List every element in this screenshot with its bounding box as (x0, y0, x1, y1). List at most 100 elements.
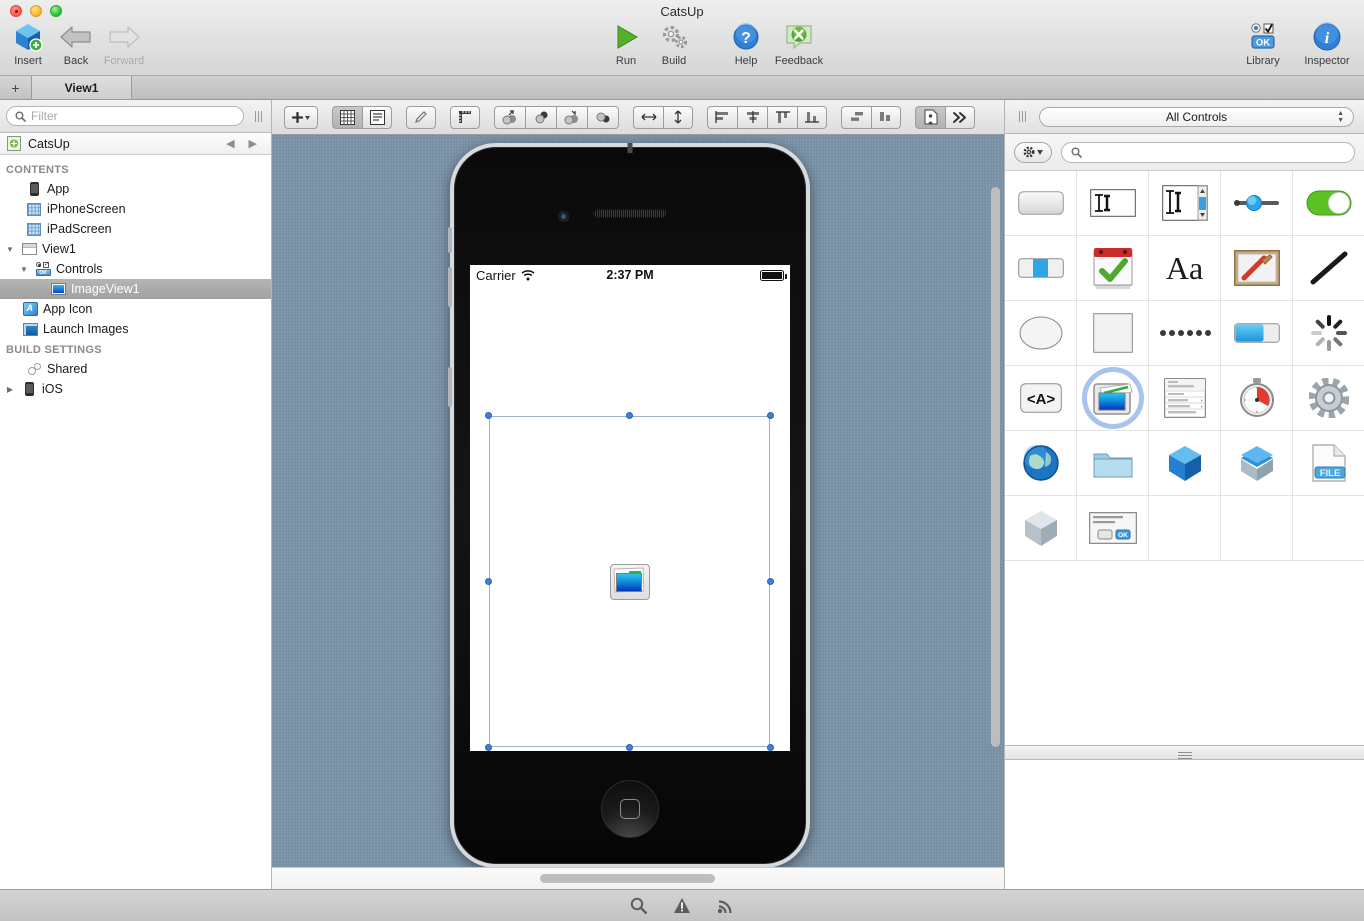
tree-item-app-icon[interactable]: App Icon (0, 299, 271, 319)
library-item-line[interactable] (1293, 236, 1364, 301)
resize-handle-n[interactable] (625, 412, 633, 419)
add-tab-button[interactable]: + (0, 76, 32, 99)
canvas-vertical-scrollbar[interactable] (991, 187, 1000, 747)
sidebar-grip-icon[interactable] (251, 110, 265, 122)
library-item-canvas[interactable] (1221, 236, 1293, 301)
tree-item-imageview1[interactable]: ImageView1 (0, 279, 271, 299)
tree-item-ipadscreen[interactable]: iPadScreen (0, 219, 271, 239)
warning-icon[interactable] (673, 897, 691, 914)
chevron-right-icon[interactable]: ▶ (4, 385, 16, 394)
resize-handle-w[interactable] (485, 577, 492, 585)
align-center-button[interactable] (737, 105, 767, 129)
resize-handle-nw[interactable] (485, 412, 492, 419)
equal-height-button[interactable] (663, 105, 693, 129)
broadcast-icon[interactable] (717, 897, 734, 914)
library-item-folderitem[interactable] (1077, 431, 1149, 496)
library-item-module[interactable] (1149, 431, 1221, 496)
build-button[interactable]: Build (650, 20, 698, 67)
tree-item-app[interactable]: App (0, 179, 271, 199)
tree-item-ios[interactable]: ▶ iOS (0, 379, 271, 399)
run-button[interactable]: Run (602, 20, 650, 67)
tree-item-view1[interactable]: ▼ View1 (0, 239, 271, 259)
tree-item-shared[interactable]: Shared (0, 359, 271, 379)
library-grip-icon[interactable] (1015, 111, 1029, 122)
grid-layout-button[interactable] (332, 105, 362, 129)
overflow-more-button[interactable] (945, 105, 975, 129)
equal-width-button[interactable] (633, 105, 663, 129)
ruler-button[interactable] (450, 105, 480, 129)
send-backward-button[interactable] (556, 105, 587, 129)
tree-item-controls[interactable]: ▼ ✓ OK Controls (0, 259, 271, 279)
library-search-input[interactable] (1061, 141, 1355, 163)
bring-forward-button[interactable] (525, 105, 556, 129)
inspector-button[interactable]: i Inspector (1294, 20, 1360, 67)
project-row[interactable]: CatsUp ◀ ▶ (0, 133, 271, 155)
forward-button[interactable]: Forward (100, 20, 148, 67)
library-item-textfield[interactable] (1077, 171, 1149, 236)
align-bottom-button[interactable] (797, 105, 827, 129)
search-icon[interactable] (630, 897, 647, 914)
library-item-activityindicator[interactable] (1293, 301, 1364, 366)
page-layout-button[interactable] (915, 105, 945, 129)
resize-handle-s[interactable] (625, 744, 633, 751)
library-item-switch[interactable] (1293, 171, 1364, 236)
bring-to-front-button[interactable] (494, 105, 525, 129)
library-item-datepicker[interactable] (1077, 236, 1149, 301)
library-item-textarea[interactable] (1149, 171, 1221, 236)
tree-item-iphonescreen[interactable]: iPhoneScreen (0, 199, 271, 219)
resize-handle-ne[interactable] (767, 412, 774, 419)
distribute-horizontal-button[interactable] (841, 105, 871, 129)
library-item-segmented[interactable] (1005, 236, 1077, 301)
library-item-slider[interactable] (1221, 171, 1293, 236)
library-item-imageview[interactable] (1077, 366, 1149, 431)
library-item-timer[interactable] (1221, 366, 1293, 431)
sidebar-back-icon[interactable]: ◀ (226, 137, 234, 150)
library-item-rectangle[interactable] (1077, 301, 1149, 366)
library-item-progressbar[interactable] (1221, 301, 1293, 366)
device-volume-up (448, 267, 452, 307)
insert-button[interactable]: Insert (4, 20, 52, 67)
library-item-settings[interactable] (1293, 366, 1364, 431)
distribute-vertical-button[interactable] (871, 105, 901, 129)
library-item-oval[interactable] (1005, 301, 1077, 366)
add-control-button[interactable] (284, 105, 318, 129)
selection-rect[interactable] (485, 412, 774, 751)
canvas-horizontal-scrollbar[interactable] (540, 874, 715, 883)
library-filter-select[interactable]: All Controls ▲ ▼ (1039, 106, 1354, 127)
list-layout-button[interactable] (362, 105, 392, 129)
resize-handle-sw[interactable] (485, 744, 492, 751)
resize-handle-se[interactable] (767, 744, 774, 751)
resize-handle-e[interactable] (767, 577, 774, 585)
library-splitter[interactable] (1005, 745, 1364, 760)
tab-view1[interactable]: View1 (32, 76, 132, 99)
library-item-label[interactable]: Aa (1149, 236, 1221, 301)
align-top-button[interactable] (767, 105, 797, 129)
library-item-pagecontrol[interactable] (1149, 301, 1221, 366)
chevron-down-icon[interactable]: ▼ (18, 265, 30, 274)
imageview-placeholder-icon[interactable] (609, 563, 650, 600)
library-button[interactable]: OK Library (1232, 20, 1294, 67)
filter-input[interactable]: Filter (6, 106, 244, 126)
library-item-container[interactable] (1221, 431, 1293, 496)
help-button[interactable]: ? Help (722, 20, 770, 67)
device-screen[interactable]: Carrier 2:37 PM (470, 265, 790, 751)
tree-item-launch-images[interactable]: Launch Images (0, 319, 271, 339)
sidebar-forward-icon[interactable]: ▶ (249, 137, 257, 150)
canvas-horizontal-scroll-track[interactable] (272, 867, 1004, 889)
back-button[interactable]: Back (52, 20, 100, 67)
feedback-button[interactable]: Feedback (770, 20, 828, 67)
library-item-htmlviewer[interactable]: <A> (1005, 366, 1077, 431)
align-left-button[interactable] (707, 105, 737, 129)
library-item-button[interactable] (1005, 171, 1077, 236)
library-item-httpsocket[interactable] (1005, 431, 1077, 496)
library-options-button[interactable] (1014, 141, 1052, 163)
library-item-messagedialog[interactable]: OK (1077, 496, 1149, 561)
send-to-back-button[interactable] (587, 105, 619, 129)
home-button[interactable] (601, 780, 659, 838)
library-item-tableview[interactable] (1149, 366, 1221, 431)
library-item-file[interactable]: FILE (1293, 431, 1364, 496)
chevron-down-icon[interactable]: ▼ (4, 245, 16, 254)
design-canvas[interactable]: Carrier 2:37 PM (272, 135, 1004, 889)
pencil-button[interactable] (406, 105, 436, 129)
library-item-class[interactable] (1005, 496, 1077, 561)
